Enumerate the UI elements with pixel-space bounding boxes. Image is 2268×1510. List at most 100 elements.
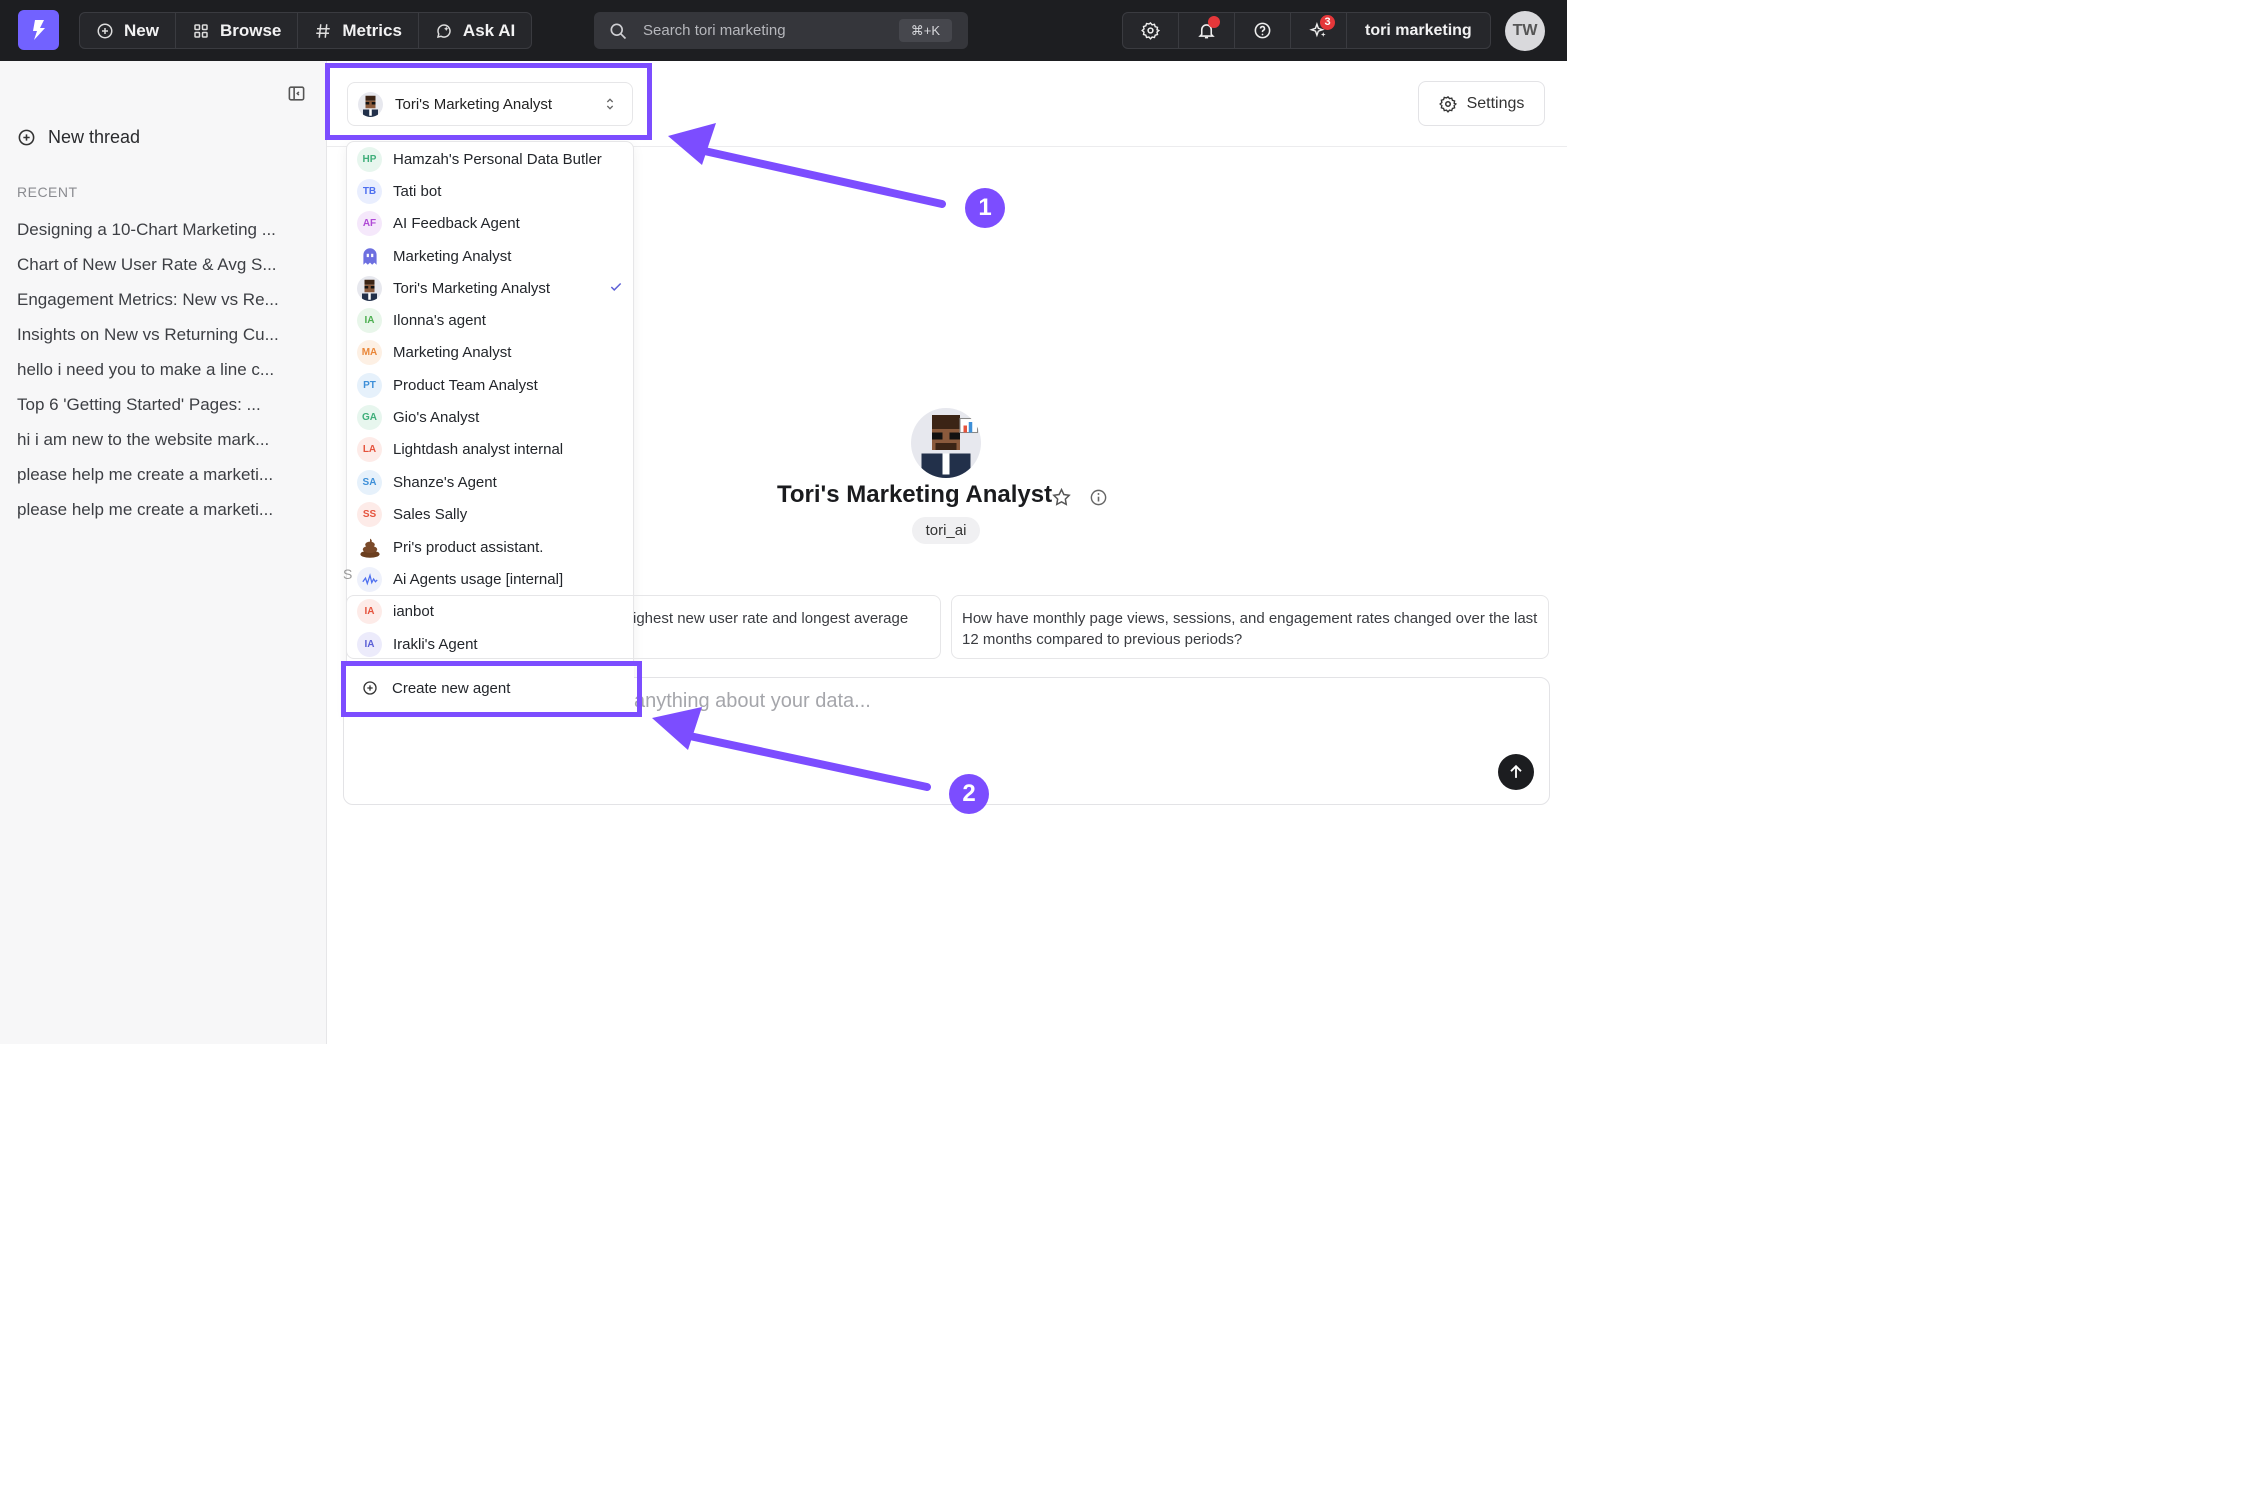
agent-option-label: Product Team Analyst bbox=[393, 376, 538, 394]
agent-settings-button[interactable]: Settings bbox=[1418, 81, 1545, 126]
ai-updates-badge: 3 bbox=[1320, 15, 1335, 30]
ask-ai-button[interactable]: Ask AI bbox=[419, 13, 531, 48]
suggestion-card[interactable]: How have monthly page views, sessions, a… bbox=[951, 595, 1549, 659]
new-button[interactable]: New bbox=[80, 13, 176, 48]
agent-option[interactable]: SA Shanze's Agent bbox=[357, 467, 627, 497]
new-thread-button[interactable]: New thread bbox=[17, 127, 140, 148]
send-button[interactable] bbox=[1498, 754, 1534, 790]
agent-option[interactable]: SS Sales Sally bbox=[357, 499, 627, 529]
grid-icon bbox=[194, 23, 208, 38]
notification-dot bbox=[1208, 16, 1220, 28]
agent-initials-avatar: IA bbox=[357, 307, 382, 333]
agent-initials-avatar: AF bbox=[357, 210, 382, 236]
agent-option[interactable]: PT Product Team Analyst bbox=[357, 370, 627, 400]
gear-icon bbox=[1438, 95, 1457, 113]
new-thread-label: New thread bbox=[48, 127, 141, 147]
arrow-up-icon bbox=[1510, 764, 1522, 778]
agent-avatar bbox=[357, 275, 382, 301]
thread-item[interactable]: Chart of New User Rate & Avg S... bbox=[17, 255, 307, 275]
settings-button[interactable] bbox=[1123, 13, 1179, 48]
thread-item[interactable]: hello i need you to make a line c... bbox=[17, 360, 307, 380]
agent-option[interactable]: Marketing Analyst bbox=[357, 241, 627, 271]
agent-option-label: Pri's product assistant. bbox=[393, 538, 544, 556]
agent-profile-avatar bbox=[911, 408, 981, 478]
agent-option-label: Tati bot bbox=[393, 182, 442, 200]
agent-option[interactable]: HP Hamzah's Personal Data Butler bbox=[357, 144, 627, 174]
info-icon[interactable] bbox=[1089, 488, 1108, 507]
agent-option-label: AI Feedback Agent bbox=[393, 214, 520, 232]
thread-item[interactable]: please help me create a marketi... bbox=[17, 500, 307, 520]
agent-initials-avatar: LA bbox=[357, 436, 382, 462]
suggestion-text: ighest new user rate and longest average bbox=[633, 610, 909, 627]
agent-initials-avatar: SA bbox=[357, 469, 382, 495]
bolt-icon bbox=[32, 20, 45, 40]
top-navigation-bar: New Browse Metrics Ask AI ⌘+K bbox=[0, 0, 1567, 61]
agent-option-label: Marketing Analyst bbox=[393, 343, 512, 361]
suggestions-heading-fragment: S bbox=[343, 566, 353, 582]
user-avatar[interactable]: TW bbox=[1505, 11, 1545, 51]
primary-nav: New Browse Metrics Ask AI bbox=[79, 12, 533, 49]
agent-initials-avatar: PT bbox=[357, 372, 382, 398]
global-search[interactable]: ⌘+K bbox=[594, 12, 968, 49]
ai-updates-button[interactable]: 3 bbox=[1291, 13, 1347, 48]
agent-initials-avatar: TB bbox=[357, 178, 382, 204]
chat-input-placeholder: anything about your data... bbox=[634, 690, 871, 712]
agent-option[interactable]: Pri's product assistant. bbox=[357, 532, 627, 562]
agent-option-label: Hamzah's Personal Data Butler bbox=[393, 150, 602, 168]
agent-option-label: Shanze's Agent bbox=[393, 473, 497, 491]
ai-chat-icon bbox=[436, 23, 451, 38]
settings-label: Settings bbox=[1466, 94, 1525, 112]
wave-chart-icon bbox=[357, 566, 382, 592]
ask-ai-button-label: Ask AI bbox=[462, 20, 516, 40]
search-input[interactable] bbox=[643, 22, 873, 39]
new-button-label: New bbox=[124, 20, 159, 40]
agent-option-label: Lightdash analyst internal bbox=[393, 440, 564, 458]
help-icon bbox=[1254, 22, 1271, 39]
thread-item[interactable]: hi i am new to the website mark... bbox=[17, 430, 307, 450]
search-icon bbox=[610, 23, 627, 39]
suggestion-card[interactable]: ighest new user rate and longest average bbox=[346, 595, 941, 659]
agent-option-selected[interactable]: Tori's Marketing Analyst bbox=[357, 273, 627, 303]
agent-option[interactable]: LA Lightdash analyst internal bbox=[357, 434, 627, 464]
thread-item[interactable]: please help me create a marketi... bbox=[17, 465, 307, 485]
highlight-create-agent bbox=[341, 661, 642, 717]
highlight-agent-selector bbox=[325, 63, 652, 140]
agent-initials-avatar: GA bbox=[357, 404, 382, 430]
agent-option-label: Sales Sally bbox=[393, 505, 468, 523]
recent-heading: RECENT bbox=[17, 184, 78, 200]
callout-step-2: 2 bbox=[949, 774, 989, 814]
suggestion-text: How have monthly page views, sessions, a… bbox=[962, 610, 1538, 648]
browse-button[interactable]: Browse bbox=[176, 13, 299, 48]
gear-icon bbox=[1141, 22, 1160, 40]
org-switcher[interactable]: tori marketing bbox=[1347, 13, 1490, 48]
agent-option[interactable]: GA Gio's Analyst bbox=[357, 402, 627, 432]
lightdash-logo[interactable] bbox=[18, 10, 59, 50]
agent-option[interactable]: TB Tati bot bbox=[357, 176, 627, 206]
callout-step-1: 1 bbox=[965, 188, 1005, 228]
agent-option[interactable]: Ai Agents usage [internal] bbox=[357, 564, 627, 594]
agent-profile-name: Tori's Marketing Analyst bbox=[777, 481, 1053, 508]
agent-initials-avatar: SS bbox=[357, 501, 382, 527]
thread-item[interactable]: Engagement Metrics: New vs Re... bbox=[17, 290, 307, 310]
ghost-avatar-icon bbox=[357, 244, 382, 269]
thread-item[interactable]: Designing a 10-Chart Marketing ... bbox=[17, 220, 307, 240]
thread-item[interactable]: Insights on New vs Returning Cu... bbox=[17, 325, 307, 345]
agent-option-label: Marketing Analyst bbox=[393, 247, 512, 265]
sidebar-collapse-icon[interactable] bbox=[287, 84, 306, 103]
plus-circle-icon bbox=[18, 129, 35, 146]
star-icon[interactable] bbox=[1051, 487, 1072, 508]
check-icon bbox=[610, 282, 622, 291]
agent-option[interactable]: AF AI Feedback Agent bbox=[357, 208, 627, 238]
plus-circle-icon bbox=[97, 23, 113, 38]
utility-nav: 3 tori marketing bbox=[1122, 12, 1491, 49]
agent-option[interactable]: MA Marketing Analyst bbox=[357, 337, 627, 367]
agent-option[interactable]: IA Ilonna's agent bbox=[357, 305, 627, 335]
metrics-button[interactable]: Metrics bbox=[298, 13, 419, 48]
agent-slug-badge: tori_ai bbox=[912, 517, 980, 544]
poop-emoji-icon bbox=[357, 535, 382, 560]
thread-item[interactable]: Top 6 'Getting Started' Pages: ... bbox=[17, 395, 307, 415]
threads-sidebar: New thread RECENT Designing a 10-Chart M… bbox=[0, 61, 327, 1044]
notifications-button[interactable] bbox=[1179, 13, 1235, 48]
agent-option-label: Ai Agents usage [internal] bbox=[393, 570, 564, 588]
help-button[interactable] bbox=[1235, 13, 1291, 48]
